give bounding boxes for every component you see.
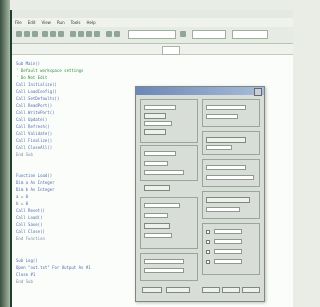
debug-icon[interactable]	[94, 31, 100, 37]
field-e1[interactable]	[206, 105, 246, 110]
code-line: Close #1	[16, 272, 36, 277]
title-bar	[12, 10, 293, 18]
field-d2[interactable]	[144, 268, 184, 273]
new-icon[interactable]	[16, 31, 22, 37]
menu-file[interactable]: File	[12, 18, 25, 27]
code-line: ' Do Not Edit	[16, 75, 48, 80]
code-line: Call Load()	[16, 215, 43, 220]
option-checkbox-1[interactable]	[206, 230, 210, 234]
location-field[interactable]	[232, 30, 268, 39]
field-b3[interactable]	[144, 170, 184, 175]
settings-dialog	[135, 86, 265, 302]
stop-icon[interactable]	[78, 31, 84, 37]
field-c3[interactable]	[144, 233, 172, 238]
group-box-d	[140, 253, 198, 281]
field-h1[interactable]	[206, 207, 240, 212]
code-line: Dim a As Integer	[16, 180, 55, 185]
run-icon[interactable]	[70, 31, 76, 37]
code-line: Function Load()	[16, 173, 53, 178]
menu-view[interactable]: View	[38, 18, 54, 27]
field-c1[interactable]	[144, 203, 180, 208]
code-line: Call Initialize()	[16, 82, 57, 87]
code-line: Call Update()	[16, 117, 48, 122]
close-icon[interactable]	[254, 88, 262, 96]
menu-edit[interactable]: Edit	[25, 18, 39, 27]
ok-button[interactable]	[142, 287, 162, 293]
code-line: Call WritePort()	[16, 110, 55, 115]
code-line: Open "out.txt" For Output As #1	[16, 265, 91, 270]
field-d1[interactable]	[144, 259, 184, 264]
code-line: End Sub	[16, 152, 33, 157]
code-line: Call SetDefaults()	[16, 96, 60, 101]
menu-help[interactable]: Help	[83, 18, 98, 27]
group-box-h	[202, 191, 260, 219]
field-a1[interactable]	[144, 105, 176, 110]
option-checkbox-3[interactable]	[206, 250, 210, 254]
background-edge	[0, 0, 10, 307]
option-checkbox-2[interactable]	[206, 240, 210, 244]
code-line: a = 0	[16, 194, 29, 199]
code-line: Call Save()	[16, 222, 43, 227]
option-checkbox-4[interactable]	[206, 260, 210, 264]
code-line: Call LoadConfig()	[16, 89, 57, 94]
code-line: Dim b As Integer	[16, 187, 55, 192]
apply-button[interactable]	[144, 185, 170, 191]
field-g1[interactable]	[206, 165, 246, 170]
find-icon[interactable]	[106, 31, 112, 37]
select-button[interactable]	[144, 129, 166, 135]
dialog-button-3[interactable]	[242, 287, 260, 293]
copy-icon[interactable]	[50, 31, 56, 37]
open-icon[interactable]	[24, 31, 30, 37]
code-line: Call Validate()	[16, 131, 53, 136]
option-field-3[interactable]	[214, 249, 242, 254]
tab-document[interactable]	[162, 46, 180, 55]
code-line: ' Default workspace settings	[16, 68, 84, 73]
field-a2[interactable]	[144, 121, 172, 126]
configure-button[interactable]	[206, 137, 246, 143]
menu-bar: File Edit View Run Tools Help	[12, 18, 293, 27]
code-line: Sub Main()	[16, 61, 41, 66]
field-g2[interactable]	[206, 175, 254, 180]
save-icon[interactable]	[32, 31, 38, 37]
option-field-2[interactable]	[214, 239, 242, 244]
code-line: Call ReadPort()	[16, 103, 53, 108]
field-b2[interactable]	[144, 161, 168, 166]
cut-icon[interactable]	[42, 31, 48, 37]
code-line: End Sub	[16, 279, 33, 284]
field-c2[interactable]	[144, 213, 168, 218]
field-e2[interactable]	[206, 114, 238, 119]
field-f1[interactable]	[206, 145, 232, 150]
search-input[interactable]	[128, 30, 176, 39]
replace-icon[interactable]	[114, 31, 120, 37]
tab-bar	[12, 44, 293, 55]
code-line: b = 0	[16, 201, 29, 206]
cancel-button[interactable]	[166, 287, 190, 293]
group-box-g	[202, 159, 260, 187]
menu-tools[interactable]: Tools	[68, 18, 84, 27]
code-line: Call Finalize()	[16, 138, 53, 143]
paste-icon[interactable]	[58, 31, 64, 37]
option-field-1[interactable]	[214, 229, 242, 234]
settings-icon[interactable]	[180, 31, 186, 37]
zoom-field[interactable]	[192, 30, 226, 39]
group-box-f	[202, 131, 260, 155]
option-field-4[interactable]	[214, 259, 242, 264]
code-line: Call Refresh()	[16, 124, 50, 129]
code-line: End Function	[16, 236, 45, 241]
toolbar	[12, 27, 293, 44]
dialog-button-2[interactable]	[222, 287, 240, 293]
calculate-button[interactable]	[144, 223, 170, 229]
code-line: Call Reset()	[16, 208, 45, 213]
connect-button[interactable]	[206, 197, 250, 203]
browse-button[interactable]	[144, 113, 166, 119]
menu-run[interactable]: Run	[54, 18, 68, 27]
code-line: Sub Log()	[16, 258, 38, 263]
field-b1[interactable]	[144, 151, 176, 156]
group-box-e	[202, 99, 260, 127]
step-icon[interactable]	[86, 31, 92, 37]
dialog-button-1[interactable]	[202, 287, 220, 293]
dialog-title	[136, 87, 264, 95]
code-line: Call CloseAll()	[16, 145, 53, 150]
code-line: Call Close()	[16, 229, 45, 234]
